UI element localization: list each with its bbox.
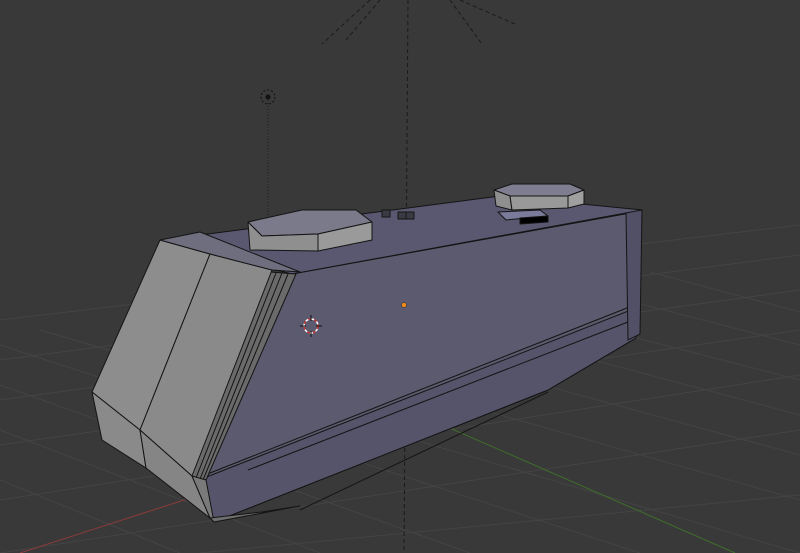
object-origin-icon — [401, 302, 407, 308]
viewport-canvas[interactable] — [0, 0, 800, 553]
vehicle-model[interactable] — [91, 183, 643, 523]
camera-target-icon[interactable] — [260, 89, 276, 105]
model-end-cap — [625, 209, 643, 341]
vent-block-right-top — [493, 183, 585, 197]
3d-viewport[interactable] — [0, 0, 800, 553]
